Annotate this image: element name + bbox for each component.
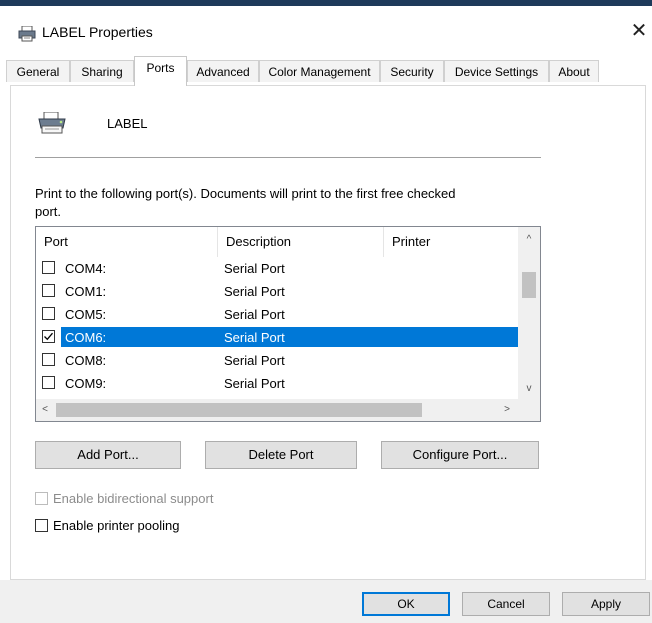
port-checkbox[interactable] [42,376,55,389]
printer-pooling-label: Enable printer pooling [53,518,180,533]
horizontal-scroll-thumb[interactable] [56,403,422,417]
vertical-scroll-thumb[interactable] [522,272,536,298]
close-button[interactable]: ✕ [628,20,650,42]
printer-icon [18,25,36,42]
port-checkbox[interactable] [42,261,55,274]
port-name: COM6: [65,330,107,345]
scroll-right-arrow-icon[interactable]: > [498,399,516,421]
port-description: Serial Port [224,261,285,276]
scrollbar-corner [518,399,540,421]
selection-highlight [61,327,518,347]
scroll-left-arrow-icon[interactable]: < [36,399,54,421]
scroll-up-arrow-icon[interactable]: ^ [518,230,540,250]
column-header-port[interactable]: Port [36,227,218,257]
port-description: Serial Port [224,353,285,368]
port-checkbox[interactable] [42,307,55,320]
port-row-com1[interactable]: COM1: Serial Port [36,280,518,303]
port-row-com9[interactable]: COM9: Serial Port [36,372,518,395]
bidirectional-support-label: Enable bidirectional support [53,491,214,506]
port-checkbox-checked[interactable] [42,330,55,343]
checkbox-box[interactable] [35,519,48,532]
tab-about[interactable]: About [549,60,599,82]
port-name: COM5: [65,307,107,322]
delete-port-button[interactable]: Delete Port [205,441,357,469]
separator [35,157,541,158]
checkbox-box[interactable] [35,492,48,505]
port-description: Serial Port [224,307,285,322]
tab-general[interactable]: General [6,60,70,82]
tab-advanced[interactable]: Advanced [187,60,259,82]
port-row-com6[interactable]: COM6: Serial Port [36,326,518,349]
window-title: LABEL Properties [42,24,153,40]
tab-color-management[interactable]: Color Management [259,60,380,82]
tab-device-settings[interactable]: Device Settings [444,60,549,82]
horizontal-scrollbar[interactable]: < > [36,399,518,421]
configure-port-button[interactable]: Configure Port... [381,441,539,469]
column-header-printer[interactable]: Printer [384,227,518,257]
port-name: COM9: [65,376,107,391]
printer-name: LABEL [107,116,148,131]
port-row-com4[interactable]: COM4: Serial Port [36,257,518,280]
port-list-header: Port Description Printer [36,227,518,257]
apply-button[interactable]: Apply [562,592,650,616]
port-description: Serial Port [224,284,285,299]
printer-icon [37,111,67,134]
port-row-com8[interactable]: COM8: Serial Port [36,349,518,372]
tab-strip: General Sharing Ports Advanced Color Man… [6,56,646,86]
port-checkbox[interactable] [42,284,55,297]
port-name: COM1: [65,284,107,299]
port-name: COM8: [65,353,107,368]
port-row-com5[interactable]: COM5: Serial Port [36,303,518,326]
cancel-button[interactable]: Cancel [462,592,550,616]
port-description: Serial Port [224,376,285,391]
title-bar[interactable]: LABEL Properties ✕ [0,6,652,52]
ports-panel: LABEL Print to the following port(s). Do… [10,85,646,580]
column-header-description[interactable]: Description [218,227,384,257]
dialog-footer: OK Cancel Apply [0,580,652,623]
port-checkbox[interactable] [42,353,55,366]
port-instructions: Print to the following port(s). Document… [35,186,456,219]
port-description: Serial Port [224,330,285,345]
tab-security[interactable]: Security [380,60,444,82]
scroll-down-arrow-icon[interactable]: v [518,379,540,399]
port-list[interactable]: Port Description Printer COM4: Serial Po… [35,226,541,422]
tab-ports[interactable]: Ports [134,56,187,86]
tab-sharing[interactable]: Sharing [70,60,134,82]
ok-button[interactable]: OK [362,592,450,616]
add-port-button[interactable]: Add Port... [35,441,181,469]
vertical-scrollbar[interactable]: ^ v [518,227,540,399]
port-name: COM4: [65,261,107,276]
